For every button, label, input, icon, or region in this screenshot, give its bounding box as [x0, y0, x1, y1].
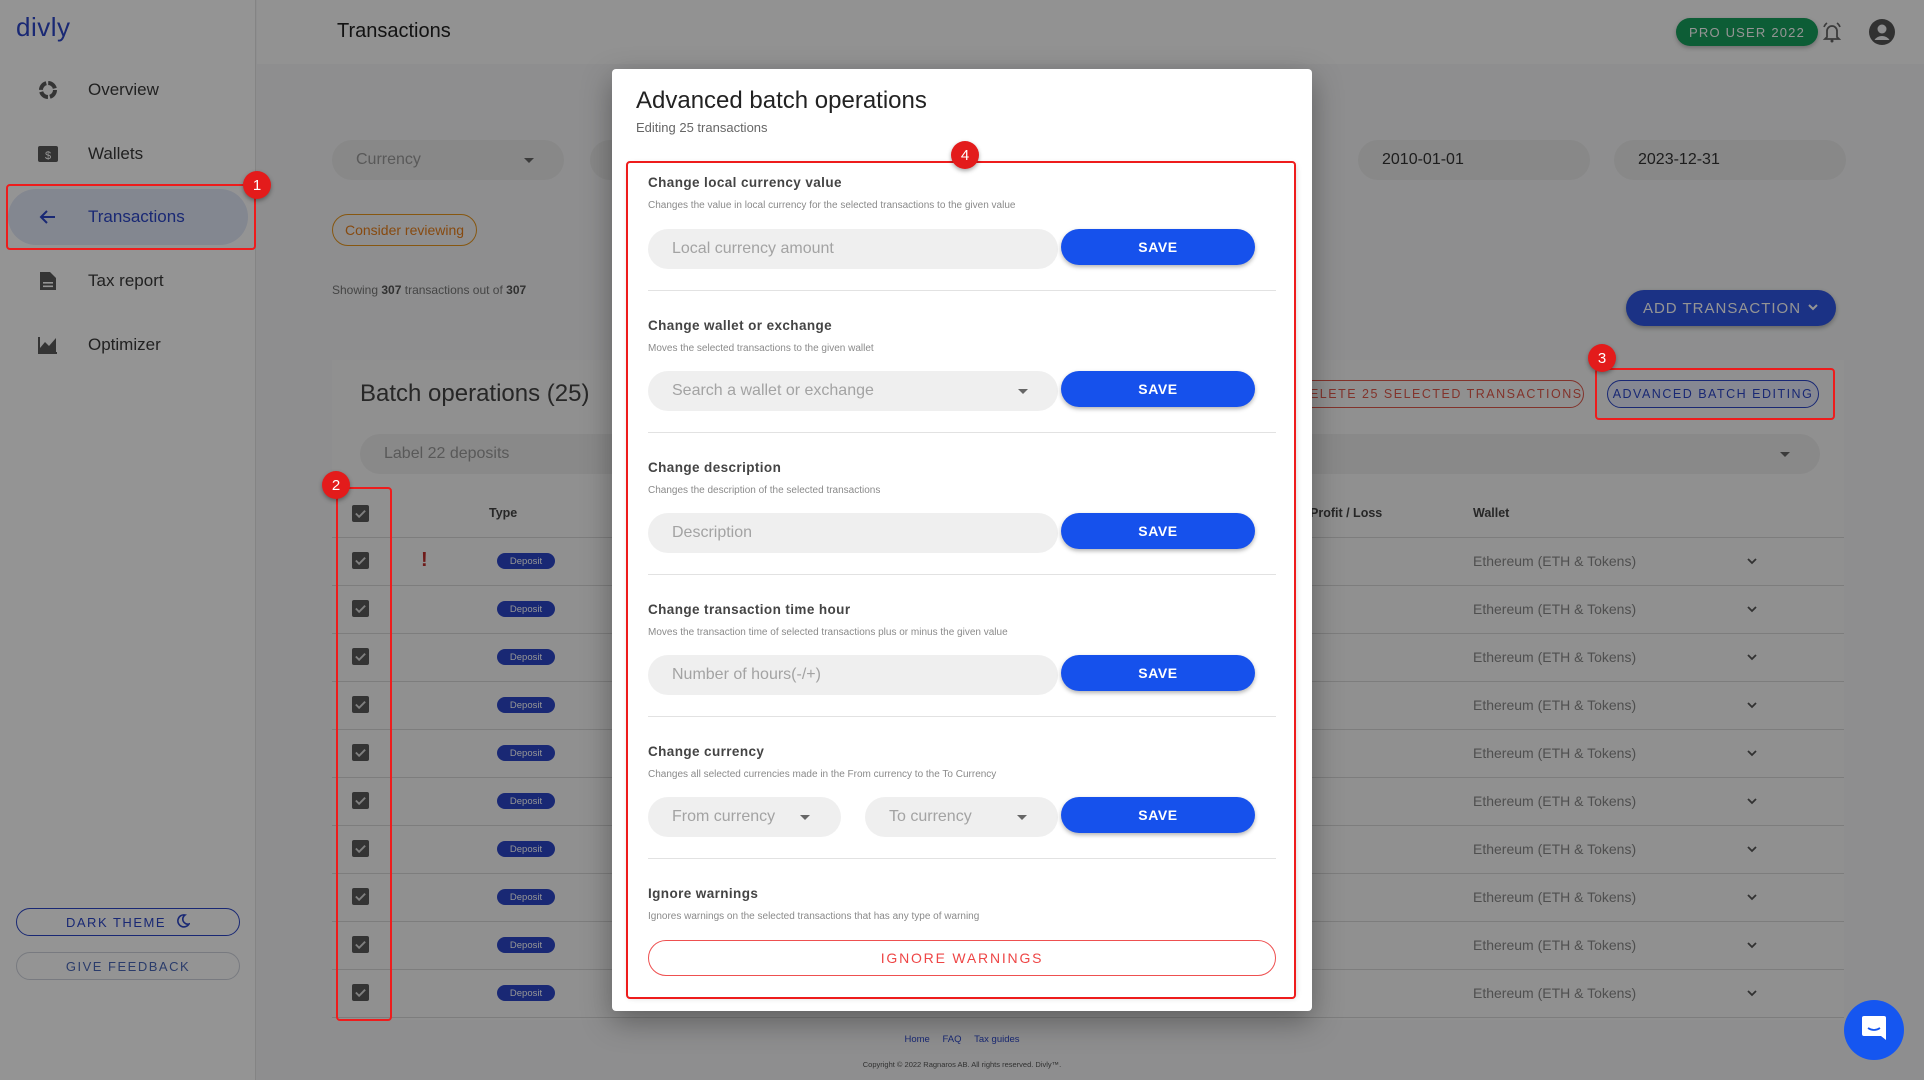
chat-support-button[interactable]: [1844, 1000, 1904, 1060]
annotation-badge-4: 4: [951, 141, 979, 169]
annotation-badge-1: 1: [243, 171, 271, 199]
annotation-badge-2: 2: [322, 471, 350, 499]
dialog-subtitle: Editing 25 transactions: [636, 120, 768, 135]
annotation-badge-3: 3: [1588, 344, 1616, 372]
annotation-box-1: [6, 184, 256, 250]
advanced-batch-operations-dialog: Advanced batch operations Editing 25 tra…: [612, 69, 1312, 1011]
chat-icon: [1859, 1013, 1889, 1048]
annotation-box-3: [1595, 368, 1835, 420]
dialog-title: Advanced batch operations: [636, 87, 927, 114]
annotation-box-2: [336, 487, 392, 1021]
annotation-box-4: [626, 161, 1296, 999]
